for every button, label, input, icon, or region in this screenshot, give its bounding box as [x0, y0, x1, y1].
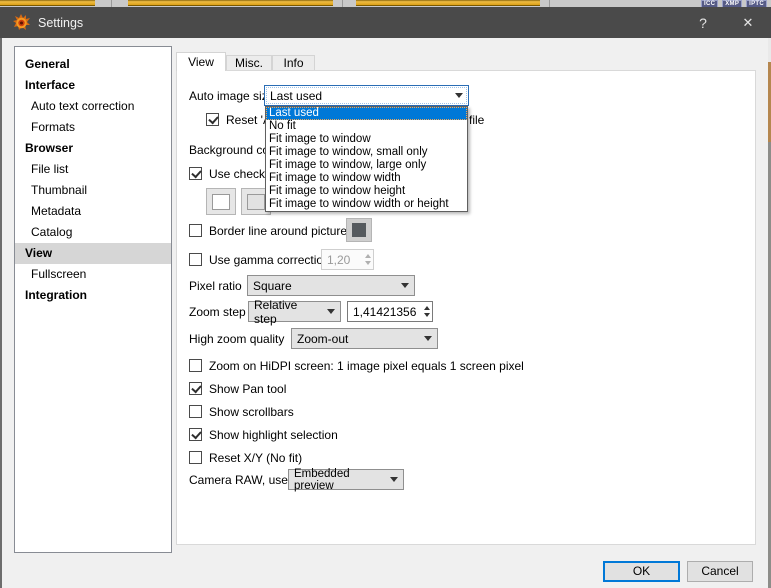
dropdown-option-fit-small-only[interactable]: Fit image to window, small only — [266, 146, 467, 159]
toolbar-separator — [549, 0, 550, 7]
gamma-row: Use gamma correction — [189, 252, 330, 267]
border-line-row: Border line around picture — [189, 223, 347, 238]
toolbar-button-edge — [128, 0, 333, 6]
sidebar-item-integration[interactable]: Integration — [15, 285, 171, 306]
high-zoom-quality-label: High zoom quality — [189, 332, 285, 346]
auto-image-size-value: Last used — [270, 88, 323, 103]
zoom-step-value: 1,41421356 — [353, 304, 417, 319]
high-zoom-quality-combobox[interactable]: Zoom-out — [291, 328, 438, 349]
scrollbars-row: Show scrollbars — [189, 404, 294, 419]
tab-view[interactable]: View — [176, 52, 226, 71]
sidebar-item-fullscreen[interactable]: Fullscreen — [15, 264, 171, 285]
zoom-step-label: Zoom step — [189, 305, 246, 319]
use-checkboard-checkbox[interactable] — [189, 167, 202, 180]
dropdown-option-no-fit[interactable]: No fit — [266, 120, 467, 133]
gamma-value-spinner[interactable]: 1,20 — [321, 249, 374, 270]
scrollbars-label: Show scrollbars — [209, 404, 294, 419]
reset-xy-label: Reset X/Y (No fit) — [209, 450, 303, 465]
zoom-step-value-spinner[interactable]: 1,41421356 — [347, 301, 433, 322]
auto-image-size-label: Auto image size — [189, 89, 275, 103]
chevron-down-icon — [401, 283, 409, 292]
settings-category-list: General Interface Auto text correction F… — [14, 46, 172, 553]
border-line-label: Border line around picture — [209, 223, 348, 238]
border-line-checkbox[interactable] — [189, 224, 202, 237]
close-icon[interactable]: ✕ — [731, 7, 765, 38]
spinner-arrows-icon — [419, 303, 430, 320]
reset-auto-checkbox[interactable] — [206, 113, 219, 126]
sidebar-item-formats[interactable]: Formats — [15, 117, 171, 138]
toolbar-separator — [111, 0, 112, 7]
camera-raw-combobox[interactable]: Embedded preview — [288, 467, 404, 492]
high-zoom-quality-value: Zoom-out — [297, 331, 349, 346]
hidpi-row: Zoom on HiDPI screen: 1 image pixel equa… — [189, 358, 524, 373]
sidebar-item-view[interactable]: View — [15, 243, 171, 264]
dropdown-option-last-used[interactable]: Last used — [266, 107, 467, 120]
pixel-ratio-value: Square — [253, 278, 292, 293]
chevron-down-icon — [390, 477, 398, 486]
reset-xy-row: Reset X/Y (No fit) — [189, 450, 302, 465]
reset-auto-label-right: file — [469, 113, 485, 127]
sidebar-item-catalog[interactable]: Catalog — [15, 222, 171, 243]
toolbar-button-edge — [0, 0, 95, 6]
tab-misc[interactable]: Misc. — [226, 55, 272, 71]
sidebar-item-browser[interactable]: Browser — [15, 138, 171, 159]
dropdown-option-fit-window[interactable]: Fit image to window — [266, 133, 467, 146]
settings-dialog: ICC XMP IPTC Settings ? ✕ General Interf… — [0, 0, 771, 588]
view-settings-panel: Auto image size Last used Reset 'Au file… — [176, 70, 756, 545]
gamma-label: Use gamma correction — [209, 252, 330, 267]
pan-tool-checkbox[interactable] — [189, 382, 202, 395]
toolbar-separator — [342, 0, 343, 7]
sidebar-item-thumbnail[interactable]: Thumbnail — [15, 180, 171, 201]
dropdown-option-fit-large-only[interactable]: Fit image to window, large only — [266, 159, 467, 172]
auto-image-size-combobox[interactable]: Last used — [264, 85, 469, 106]
camera-raw-label: Camera RAW, use — [189, 473, 288, 487]
chevron-down-icon — [455, 93, 463, 102]
scrollbars-checkbox[interactable] — [189, 405, 202, 418]
sidebar-item-file-list[interactable]: File list — [15, 159, 171, 180]
dialog-title: Settings — [38, 15, 84, 30]
toolbar-button-edge — [356, 0, 540, 6]
zoom-step-mode-value: Relative step — [254, 297, 298, 326]
auto-image-size-dropdown-list: Last used No fit Fit image to window Fit… — [265, 106, 468, 212]
dialog-titlebar[interactable]: Settings ? ✕ — [0, 7, 771, 38]
chevron-down-icon — [424, 336, 432, 345]
highlight-selection-label: Show highlight selection — [209, 427, 338, 442]
pan-tool-row: Show Pan tool — [189, 381, 286, 396]
camera-raw-value: Embedded preview — [294, 467, 350, 492]
color-swatch-button-1[interactable] — [206, 188, 236, 215]
dropdown-option-fit-height[interactable]: Fit image to window height — [266, 185, 467, 198]
zoom-step-mode-combobox[interactable]: Relative step — [248, 298, 341, 326]
ok-button[interactable]: OK — [603, 561, 680, 582]
xnview-logo-icon — [13, 14, 30, 30]
hidpi-label: Zoom on HiDPI screen: 1 image pixel equa… — [209, 358, 524, 373]
pixel-ratio-label: Pixel ratio — [189, 279, 242, 293]
spinner-arrows-icon — [360, 251, 371, 268]
dropdown-option-fit-width-or-height[interactable]: Fit image to window width or height — [266, 198, 467, 211]
border-color-swatch — [352, 223, 366, 237]
dialog-left-edge — [0, 38, 2, 588]
gamma-value: 1,20 — [327, 252, 351, 267]
highlight-selection-checkbox[interactable] — [189, 428, 202, 441]
gamma-checkbox[interactable] — [189, 253, 202, 266]
dropdown-option-fit-width[interactable]: Fit image to window width — [266, 172, 467, 185]
color-swatch-white — [212, 193, 230, 210]
help-button[interactable]: ? — [686, 7, 720, 38]
sidebar-item-interface[interactable]: Interface — [15, 75, 171, 96]
sidebar-item-auto-text-correction[interactable]: Auto text correction — [15, 96, 171, 117]
pan-tool-label: Show Pan tool — [209, 381, 287, 396]
color-swatch-gray — [247, 193, 265, 210]
chevron-down-icon — [327, 309, 335, 318]
tab-info[interactable]: Info — [272, 55, 315, 71]
border-color-swatch-button[interactable] — [346, 218, 372, 242]
cancel-button[interactable]: Cancel — [687, 561, 753, 582]
reset-xy-checkbox[interactable] — [189, 451, 202, 464]
pixel-ratio-combobox[interactable]: Square — [247, 275, 415, 296]
highlight-selection-row: Show highlight selection — [189, 427, 338, 442]
sidebar-item-general[interactable]: General — [15, 54, 171, 75]
hidpi-checkbox[interactable] — [189, 359, 202, 372]
background-app-toolbar: ICC XMP IPTC — [0, 0, 771, 9]
sidebar-item-metadata[interactable]: Metadata — [15, 201, 171, 222]
